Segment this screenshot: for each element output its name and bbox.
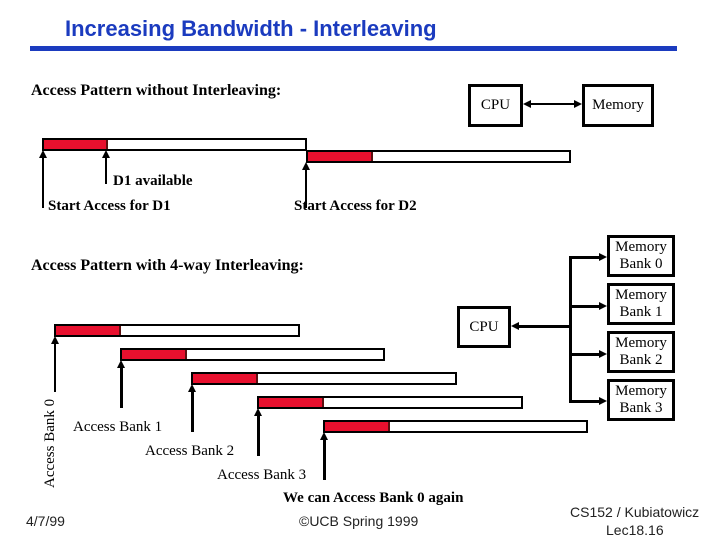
bank-label-line2: Bank 3 [619, 400, 663, 416]
access-bank1-label: Access Bank 1 [73, 419, 163, 435]
arrow-access-bank0 [54, 342, 56, 392]
bank-label-line2: Bank 2 [619, 352, 663, 368]
bus-branch-bank0 [569, 256, 601, 259]
footer-date: 4/7/99 [26, 513, 65, 529]
access-latency-segment [56, 326, 121, 335]
access-bank2-label: Access Bank 2 [145, 443, 235, 459]
arrow-access-bank2 [191, 390, 194, 432]
footer-course: CS152 / Kubiatowicz [570, 504, 700, 520]
arrow-right-icon [599, 302, 607, 310]
title-underline [30, 46, 677, 51]
access-latency-segment [308, 152, 373, 161]
access-bar-d2 [306, 150, 571, 163]
bank0-access-bar [54, 324, 300, 337]
arrow-right-icon [599, 253, 607, 261]
cpu-label: CPU [480, 97, 511, 113]
bank0-again-access-bar [323, 420, 588, 433]
access-bank3-label: Access Bank 3 [217, 467, 307, 483]
memory-bank-3: Memory Bank 3 [607, 379, 675, 421]
access-latency-segment [325, 422, 390, 431]
access-latency-segment [193, 374, 258, 383]
access-bar-d1 [42, 138, 307, 151]
arrow-access-bank3 [257, 414, 260, 456]
access-bank0-again-label: We can Access Bank 0 again [283, 490, 464, 506]
d1-available-label: D1 available [113, 173, 193, 189]
bank-label-line2: Bank 0 [619, 256, 663, 272]
access-bank0-label: Access Bank 0 [42, 398, 58, 488]
bank-label-line1: Memory [615, 287, 667, 303]
bank2-access-bar [191, 372, 457, 385]
start-d1-label: Start Access for D1 [48, 198, 171, 214]
arrow-start-d1 [42, 156, 44, 208]
bank-label-line1: Memory [615, 239, 667, 255]
arrow-right-icon [599, 397, 607, 405]
arrow-left-icon [523, 100, 531, 108]
arrow-right-icon [599, 350, 607, 358]
memory-bank-0: Memory Bank 0 [607, 235, 675, 277]
memory-bank-1: Memory Bank 1 [607, 283, 675, 325]
arrow-d1-available [105, 156, 107, 184]
no-interleave-heading: Access Pattern without Interleaving: [31, 82, 282, 99]
bank-label-line1: Memory [615, 335, 667, 351]
bus-branch-bank2 [569, 353, 601, 356]
bus-branch-bank1 [569, 305, 601, 308]
access-latency-segment [44, 140, 108, 149]
bank1-access-bar [120, 348, 385, 361]
start-d2-label: Start Access for D2 [294, 198, 417, 214]
memory-box: Memory [582, 84, 654, 127]
cpu-box: CPU [468, 84, 523, 127]
bus-branch-bank3 [569, 400, 601, 403]
memory-label: Memory [592, 97, 644, 113]
bank3-access-bar [257, 396, 523, 409]
cpu-bus-link [517, 325, 572, 328]
footer-lecture: Lec18.16 [606, 522, 664, 538]
footer-copyright: ©UCB Spring 1999 [299, 513, 419, 529]
arrow-right-icon [574, 100, 582, 108]
slide-title: Increasing Bandwidth - Interleaving [65, 16, 437, 41]
memory-bank-2: Memory Bank 2 [607, 331, 675, 373]
bank-label-line2: Bank 1 [619, 304, 663, 320]
arrow-access-bank1 [120, 366, 123, 408]
interleave-heading: Access Pattern with 4-way Interleaving: [31, 257, 304, 274]
cpu-label: CPU [469, 318, 499, 335]
memory-bus [569, 256, 572, 403]
cpu-memory-link [525, 103, 580, 105]
access-latency-segment [122, 350, 187, 359]
access-latency-segment [259, 398, 324, 407]
bank-label-line1: Memory [615, 383, 667, 399]
cpu-box-interleaved: CPU [457, 306, 511, 348]
arrow-access-bank0-again [323, 438, 326, 480]
